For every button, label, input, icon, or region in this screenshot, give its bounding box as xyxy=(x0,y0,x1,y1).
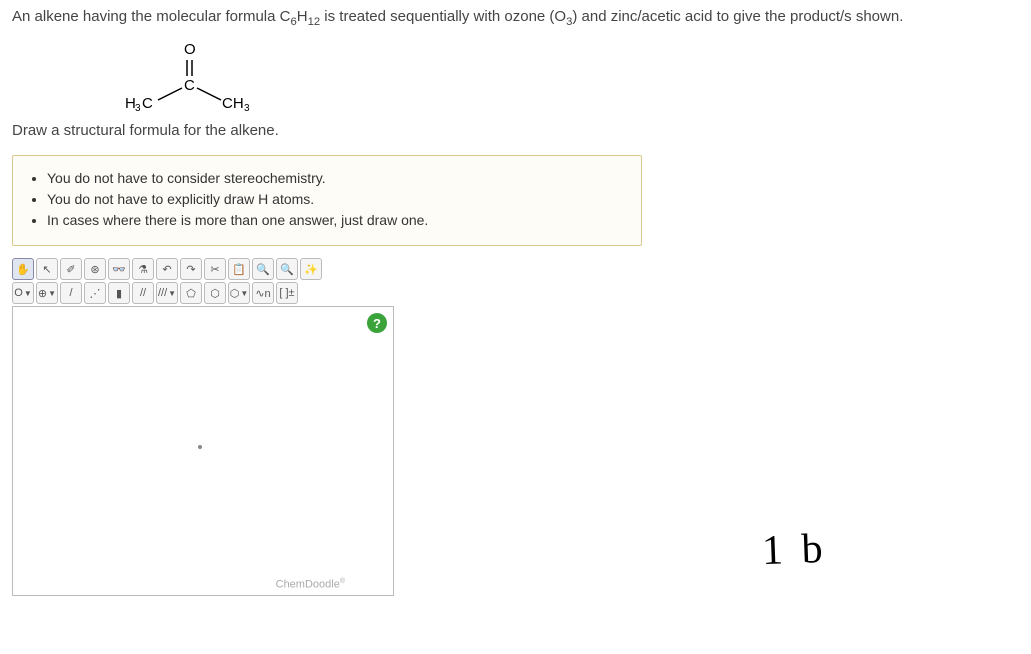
ring-hexa-tool[interactable]: ⬡ xyxy=(204,282,226,304)
formula-h: H xyxy=(297,8,308,25)
clean-tool[interactable]: ✨ xyxy=(300,258,322,280)
hand-tool[interactable]: ✋ xyxy=(12,258,34,280)
atom-ch3: CH xyxy=(222,95,244,112)
bond-single-tool[interactable]: / xyxy=(60,282,82,304)
brackets-tool[interactable]: [ ]± xyxy=(276,282,298,304)
bond-triple-tool[interactable]: ///▼ xyxy=(156,282,178,304)
atom-c-center: C xyxy=(184,77,195,94)
product-structure: O C H 3 C CH 3 xyxy=(122,40,322,112)
arrow-tool[interactable]: ↖ xyxy=(36,258,58,280)
hint-item: You do not have to explicitly draw H ato… xyxy=(47,189,625,210)
cut-tool[interactable]: ✂ xyxy=(204,258,226,280)
question-prompt: An alkene having the molecular formula C… xyxy=(12,8,1019,28)
undo-tool[interactable]: ↶ xyxy=(156,258,178,280)
redo-tool[interactable]: ↷ xyxy=(180,258,202,280)
chain-tool[interactable]: ∿n xyxy=(252,282,274,304)
drawing-canvas[interactable]: ? ChemDoodle® xyxy=(12,306,394,596)
prompt-post: is treated sequentially with ozone (O xyxy=(320,8,566,25)
flask-tool[interactable]: ⚗ xyxy=(132,258,154,280)
prompt-end: ) and zinc/acetic acid to give the produ… xyxy=(572,8,903,25)
charge-tool[interactable]: ⊕▼ xyxy=(36,282,58,304)
eraser-tool[interactable]: ✐ xyxy=(60,258,82,280)
svg-text:3: 3 xyxy=(135,103,141,112)
drawing-editor: ✋ ↖ ✐ ⊛ 👓 ⚗ ↶ ↷ ✂ 📋 🔍 🔍 ✨ O▼ ⊕▼ / ⋰ ▮ //… xyxy=(12,258,440,596)
hint-item: In cases where there is more than one an… xyxy=(47,210,625,231)
center-tool[interactable]: ⊛ xyxy=(84,258,106,280)
svg-text:C: C xyxy=(142,95,153,112)
handwritten-annotation: 1 b xyxy=(761,525,827,575)
canvas-dot xyxy=(198,445,202,449)
atom-o: O xyxy=(184,41,196,58)
draw-prompt: Draw a structural formula for the alkene… xyxy=(12,122,1019,139)
zoom-out-tool[interactable]: 🔍 xyxy=(276,258,298,280)
paste-tool[interactable]: 📋 xyxy=(228,258,250,280)
atom-tool[interactable]: O▼ xyxy=(12,282,34,304)
bond-double-tool[interactable]: // xyxy=(132,282,154,304)
prompt-pre: An alkene having the molecular formula xyxy=(12,8,280,25)
toolbar-row-1: ✋ ↖ ✐ ⊛ 👓 ⚗ ↶ ↷ ✂ 📋 🔍 🔍 ✨ xyxy=(12,258,440,280)
chemdoodle-brand: ChemDoodle® xyxy=(276,578,345,591)
toolbar-row-2: O▼ ⊕▼ / ⋰ ▮ // ///▼ ⬠ ⬡ ⬡▼ ∿n [ ]± xyxy=(12,282,440,304)
hints-box: You do not have to consider stereochemis… xyxy=(12,155,642,246)
bond-dotted-tool[interactable]: ⋰ xyxy=(84,282,106,304)
formula-h-sub: 12 xyxy=(308,16,321,28)
ring-benzene-tool[interactable]: ⬡▼ xyxy=(228,282,250,304)
formula-c: C xyxy=(280,8,291,25)
bond-wedge-tool[interactable]: ▮ xyxy=(108,282,130,304)
hint-item: You do not have to consider stereochemis… xyxy=(47,168,625,189)
help-button[interactable]: ? xyxy=(367,313,387,333)
svg-text:3: 3 xyxy=(244,103,250,112)
zoom-in-tool[interactable]: 🔍 xyxy=(252,258,274,280)
goggles-tool[interactable]: 👓 xyxy=(108,258,130,280)
ring-penta-tool[interactable]: ⬠ xyxy=(180,282,202,304)
